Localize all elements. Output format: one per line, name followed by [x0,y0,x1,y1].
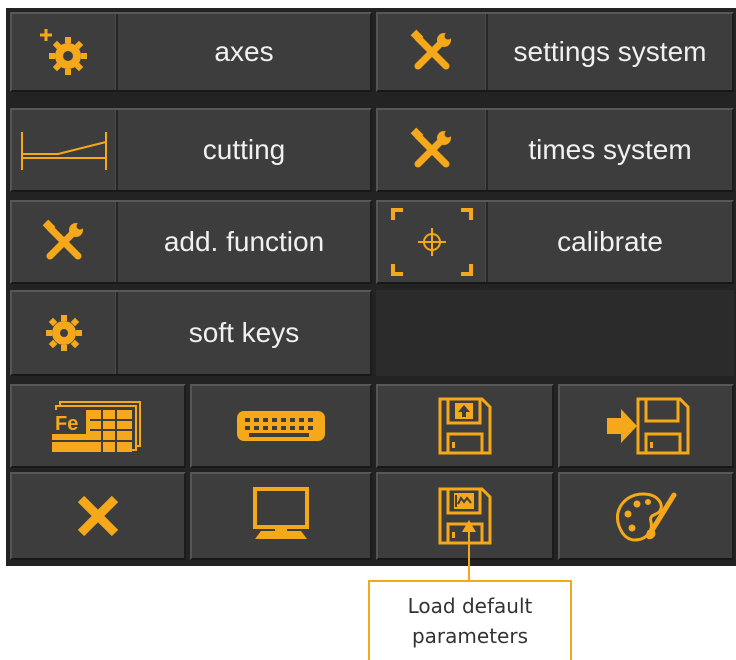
times-system-button[interactable]: times system [376,108,734,192]
floppy-upload-icon [438,397,492,455]
close-button[interactable] [10,472,186,560]
svg-text:Fe: Fe [55,413,78,435]
import-parameters-button[interactable] [558,384,734,468]
crosshair-icon [378,202,488,282]
calibrate-label: calibrate [557,226,663,257]
cutting-button[interactable]: cutting [10,108,372,192]
callout-box: Load default parameters [368,580,572,660]
fe-table-button[interactable]: Fe [10,384,186,468]
gear-plus-icon [12,14,118,90]
cutting-label: cutting [202,134,286,165]
keyboard-icon [237,411,325,441]
save-parameters-button[interactable] [376,384,554,468]
add-function-button[interactable]: add. function [10,200,372,284]
close-icon [77,495,119,537]
gear-icon [12,292,118,374]
floppy-graph-icon [438,487,492,545]
monitor-button[interactable] [190,472,372,560]
palette-icon [616,492,677,542]
keyboard-button[interactable] [190,384,372,468]
palette-button[interactable] [558,472,734,560]
tools-icon [378,14,488,90]
empty-slot [376,290,734,376]
callout-text-line1: Load default [407,594,533,618]
calibrate-button[interactable]: calibrate [376,200,734,284]
add-function-label: add. function [163,226,325,257]
times-system-label: times system [528,134,692,165]
callout-pointer [468,528,470,580]
axes-label: axes [214,36,274,67]
fe-table-icon: Fe [52,401,141,452]
cutting-table-icon [12,110,118,190]
settings-system-label: settings system [513,36,707,67]
settings-system-button[interactable]: settings system [376,12,734,92]
soft-keys-button[interactable]: soft keys [10,290,372,376]
soft-keys-label: soft keys [188,317,300,348]
tools-icon [378,110,488,190]
floppy-import-icon [607,397,690,455]
tools-icon [12,202,118,282]
axes-button[interactable]: axes [10,12,372,92]
monitor-icon [253,487,309,539]
callout-text-line2: parameters [411,624,528,648]
load-default-parameters-button[interactable] [376,472,554,560]
